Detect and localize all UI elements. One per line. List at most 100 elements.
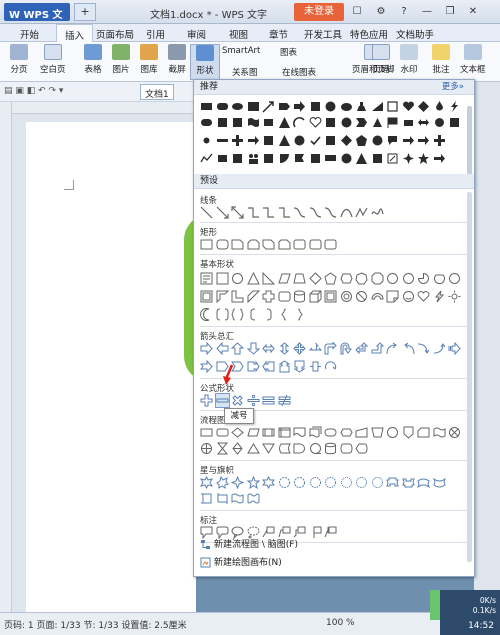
shape-pentagon-icon[interactable] [278, 100, 291, 113]
shape-dash-icon[interactable] [216, 134, 229, 147]
curved-right-arrow-icon[interactable] [386, 342, 399, 355]
shape-circle3-icon[interactable] [293, 134, 306, 147]
decagon-icon[interactable] [386, 272, 399, 285]
u-turn-arrow-icon[interactable] [340, 342, 353, 355]
star6-icon[interactable] [262, 476, 275, 489]
double-wave-icon[interactable] [247, 492, 260, 505]
vertical-scroll-icon[interactable] [200, 492, 213, 505]
recommended-scrollbar[interactable] [467, 106, 472, 184]
no-symbol-icon[interactable] [355, 290, 368, 303]
folded-corner-icon[interactable] [386, 290, 399, 303]
curve-icon[interactable] [339, 206, 353, 219]
help-icon[interactable]: ? [397, 5, 411, 18]
blank-page-button[interactable]: 空白页 [40, 44, 66, 75]
shape-star4-icon[interactable] [402, 152, 415, 165]
shape-plus2-icon[interactable] [433, 134, 446, 147]
flow-document-icon[interactable] [293, 426, 306, 439]
shape-square-outline-icon[interactable] [386, 100, 399, 113]
shape-rect11-icon[interactable] [231, 152, 244, 165]
flow-direct-access-icon[interactable] [340, 442, 353, 455]
shape-right-arrow-icon[interactable] [293, 100, 306, 113]
shape-rect6-icon[interactable] [324, 116, 337, 129]
quick-access-icons[interactable]: ▤ ▣ ◧ ↶ ↷ ▾ [4, 86, 63, 96]
curved-down-ribbon-icon[interactable] [432, 476, 446, 489]
shape-quarter-icon[interactable] [278, 152, 291, 165]
striped-right-arrow-icon[interactable] [448, 342, 461, 355]
pentagon-icon[interactable] [324, 272, 337, 285]
shape-rect-icon[interactable] [200, 100, 213, 113]
flow-summing-icon[interactable] [448, 426, 461, 439]
shape-rect5-icon[interactable] [262, 116, 275, 129]
shape-heart2-icon[interactable] [309, 116, 322, 129]
left-up-arrow-icon[interactable] [355, 342, 368, 355]
moon-icon[interactable] [200, 308, 213, 321]
flow-process-icon[interactable] [200, 426, 213, 439]
dodecagon-icon[interactable] [402, 272, 415, 285]
right-callout-icon[interactable] [247, 360, 260, 373]
circular-arrow-icon[interactable] [324, 360, 337, 373]
notched-right-arrow-icon[interactable] [200, 360, 213, 373]
new-tab-button[interactable]: + [74, 3, 96, 21]
shape-arrow-line-icon[interactable] [262, 100, 275, 113]
shape-rounded-rect-icon[interactable] [216, 100, 229, 113]
shape-rect8-icon[interactable] [262, 134, 275, 147]
tab-home[interactable]: 开始 [20, 27, 39, 41]
new-canvas-action[interactable]: 新建绘图画布(N) [194, 554, 474, 572]
app-menu-button[interactable]: W WPS 文字 [4, 3, 70, 36]
shape-bubble-icon[interactable] [386, 134, 399, 147]
star24-icon[interactable] [355, 476, 368, 489]
heptagon-icon[interactable] [355, 272, 368, 285]
flow-decision-icon[interactable] [231, 426, 244, 439]
double-brace-icon[interactable] [231, 308, 244, 321]
shape-rect10-icon[interactable] [216, 152, 229, 165]
vertical-ruler[interactable] [0, 102, 12, 612]
left-right-arrow-icon[interactable] [262, 342, 275, 355]
left-brace-icon[interactable] [278, 308, 291, 321]
up-ribbon-icon[interactable] [386, 476, 399, 489]
left-right-callout-icon[interactable] [309, 360, 322, 373]
shape-bevel-icon[interactable] [216, 116, 229, 129]
flow-offpage-icon[interactable] [402, 426, 415, 439]
rounded-rect-icon[interactable] [216, 238, 229, 251]
lightning-icon[interactable] [433, 290, 446, 303]
shape-cloud-icon[interactable] [340, 100, 353, 113]
shape-rect2-icon[interactable] [247, 100, 260, 113]
restore-icon[interactable]: ❐ [443, 5, 457, 18]
relation-chart-button[interactable]: 关系图 [232, 66, 258, 78]
shape-lightning-icon[interactable] [448, 100, 461, 113]
explosion1-icon[interactable] [200, 476, 213, 489]
tab-special-apps[interactable]: 特色应用 [350, 27, 388, 41]
half-frame-icon[interactable] [216, 290, 229, 303]
star12-icon[interactable] [324, 476, 337, 489]
elbow-arrow-icon[interactable] [262, 206, 275, 219]
curve-connector-icon[interactable] [293, 206, 306, 219]
round-snip-rect-icon[interactable] [278, 238, 291, 251]
shape-chevron-icon[interactable] [355, 116, 368, 129]
tab-references[interactable]: 引用 [146, 27, 165, 41]
elbow-double-arrow-icon[interactable] [278, 206, 291, 219]
minimize-icon[interactable]: — [420, 5, 434, 18]
quad-arrow-icon[interactable] [293, 342, 306, 355]
scribble-icon[interactable] [370, 206, 384, 219]
shape-diamond2-icon[interactable] [340, 134, 353, 147]
teardrop-icon[interactable] [448, 272, 461, 285]
shape-drop-icon[interactable] [433, 100, 446, 113]
new-flowchart-action[interactable]: 新建流程图 \ 脑图(F) [194, 536, 474, 554]
frame-icon[interactable] [200, 290, 213, 303]
shape-plus-icon[interactable] [231, 134, 244, 147]
shape-rounded-icon[interactable] [200, 116, 213, 129]
textbox-button[interactable]: 文本框 [460, 44, 486, 75]
shape-figure-icon[interactable] [355, 100, 368, 113]
diamond-icon[interactable] [308, 272, 322, 285]
flow-manual-input-icon[interactable] [355, 426, 368, 439]
flow-data-icon[interactable] [246, 426, 260, 439]
flow-multidoc-icon[interactable] [309, 426, 322, 439]
left-arrow-icon[interactable] [215, 342, 229, 355]
curved-left-arrow-icon[interactable] [402, 342, 415, 355]
shape-question-icon[interactable] [371, 134, 384, 147]
right-triangle-icon[interactable] [262, 272, 275, 285]
tab-review[interactable]: 审阅 [187, 27, 206, 41]
shape-star5-icon[interactable] [417, 152, 430, 165]
hexagon-icon[interactable] [339, 272, 353, 285]
curved-up-ribbon-icon[interactable] [417, 476, 430, 489]
